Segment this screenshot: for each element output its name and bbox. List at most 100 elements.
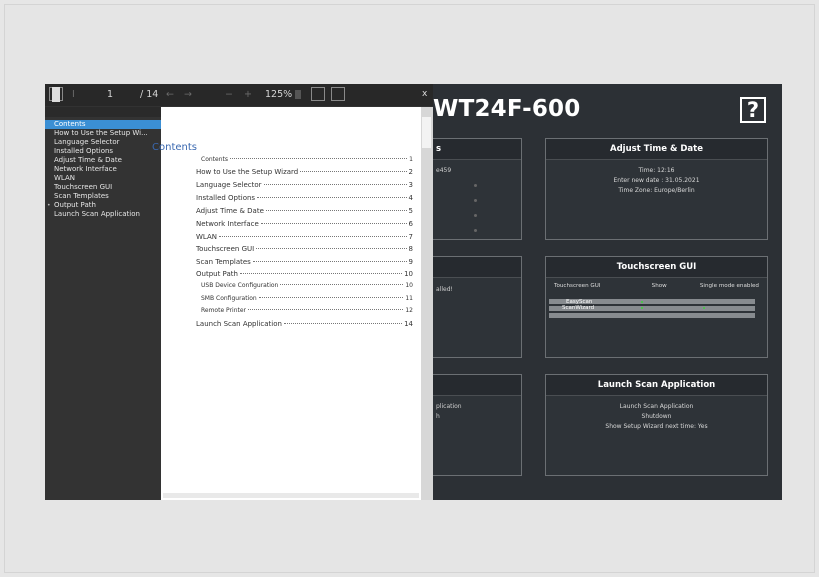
toc-entry[interactable]: WLAN 7 [196, 233, 413, 241]
toc-entry[interactable]: USB Device Configuration 10 [201, 282, 413, 289]
toc-entry-label: Network Interface [196, 220, 259, 228]
status-dot [474, 199, 477, 202]
viewer-toolbar: I 1 / 14 ← → − + 125% [45, 84, 433, 106]
toc-entry-label: Adjust Time & Date [196, 207, 264, 215]
toc-leader [300, 171, 407, 172]
forward-arrow-icon[interactable]: → [184, 84, 192, 106]
column-header: Single mode enabled [699, 283, 759, 289]
sidebar-item-output-path[interactable]: Output Path [45, 201, 161, 210]
sidebar-item-setup-wizard[interactable]: How to Use the Setup Wi... [45, 129, 161, 138]
toc-leader [219, 236, 407, 237]
toc-leader [263, 184, 407, 185]
panel-bottom-text-1: plication [436, 403, 462, 410]
panel-setup-title: s [436, 144, 442, 154]
sidebar-item-language[interactable]: Language Selector [45, 138, 161, 147]
time-line: Time: 12:16 [638, 167, 675, 174]
toc-entry[interactable]: Scan Templates 9 [196, 258, 413, 266]
status-dot [474, 229, 477, 232]
toc-entry-page: 2 [408, 168, 413, 176]
toc-entry[interactable]: Contents 1 [201, 156, 413, 163]
expand-icon[interactable]: • [47, 201, 51, 210]
toc-entry-page: 12 [405, 307, 413, 314]
fit-page-icon[interactable] [331, 87, 345, 101]
toc-entry-label: WLAN [196, 233, 218, 241]
toc-leader [280, 284, 404, 285]
text-select-icon[interactable]: I [72, 84, 75, 106]
panel-setup-text: e459 [436, 167, 452, 174]
toc-entry[interactable]: Output Path 10 [196, 270, 413, 278]
panel-launch[interactable]: Launch Scan Application Launch Scan Appl… [545, 374, 768, 476]
toc-leader [265, 210, 407, 211]
timezone-line: Time Zone: Europe/Berlin [618, 187, 695, 194]
zoom-select[interactable]: 125% [265, 84, 292, 106]
toc-leader [239, 273, 403, 274]
back-arrow-icon[interactable]: ← [166, 84, 174, 106]
toc-entry[interactable]: Network Interface 6 [196, 220, 413, 228]
panel-launch-title: Launch Scan Application [546, 375, 767, 396]
toc-entry[interactable]: Language Selector 3 [196, 181, 413, 189]
shutdown-link[interactable]: Shutdown [546, 412, 767, 422]
toc-entry[interactable]: Installed Options 4 [196, 194, 413, 202]
panel-touchscreen[interactable]: Touchscreen GUI Touchscreen GUI Show Sin… [545, 256, 768, 358]
zoom-out-icon[interactable]: − [225, 84, 233, 106]
toc-entry-label: SMB Configuration [201, 295, 257, 302]
date-line: Enter new date : 31.05.2021 [613, 177, 700, 184]
toc-entry[interactable]: Adjust Time & Date 5 [196, 207, 413, 215]
toc-entry[interactable]: SMB Configuration 11 [201, 295, 413, 302]
single-mode-indicator [703, 307, 705, 309]
toc-entry-page: 1 [409, 156, 413, 163]
toc-entry-label: USB Device Configuration [201, 282, 279, 289]
toc-entry[interactable]: Touchscreen GUI 8 [196, 245, 413, 253]
toc-entry-page: 6 [408, 220, 413, 228]
show-wizard-line[interactable]: Show Setup Wizard next time: Yes [546, 422, 767, 432]
fit-width-icon[interactable] [311, 87, 325, 101]
toc-entry-label: Scan Templates [196, 258, 251, 266]
launch-scan-link[interactable]: Launch Scan Application [546, 402, 767, 412]
pdf-viewer: I 1 / 14 ← → − + 125% Contents How to Us… [45, 84, 433, 500]
toc-entry-page: 9 [408, 258, 413, 266]
sidebar-item-time-date[interactable]: Adjust Time & Date [45, 156, 161, 165]
outline-sidebar: Contents How to Use the Setup Wi... Lang… [45, 107, 161, 500]
close-icon[interactable]: x [422, 89, 427, 99]
toc-entry[interactable]: Launch Scan Application 14 [196, 320, 413, 328]
zoom-dropdown-icon[interactable] [295, 90, 301, 99]
toc-entry[interactable]: Remote Printer 12 [201, 307, 413, 314]
toc-entry[interactable]: How to Use the Setup Wizard 2 [196, 168, 413, 176]
toc-entry-page: 10 [405, 282, 413, 289]
toc-entry-page: 4 [408, 194, 413, 202]
text-cursor-icon[interactable] [52, 87, 60, 102]
row-label-scanwizard: ScanWizard [562, 305, 595, 311]
panel-touchscreen-title: Touchscreen GUI [546, 257, 767, 278]
vertical-scrollbar[interactable] [421, 107, 433, 500]
toc-leader [252, 261, 407, 262]
toc-leader [260, 223, 407, 224]
sidebar-item-contents[interactable]: Contents [45, 120, 161, 129]
table-row[interactable] [549, 313, 755, 318]
sidebar-item-installed-options[interactable]: Installed Options [45, 147, 161, 156]
sidebar-item-scan-templates[interactable]: Scan Templates [45, 192, 161, 201]
panel-time-date[interactable]: Adjust Time & Date Time: 12:16 Enter new… [545, 138, 768, 240]
document-page [161, 107, 421, 500]
toc-entry-label: Output Path [196, 270, 238, 278]
zoom-in-icon[interactable]: + [244, 84, 252, 106]
toc-entry-page: 10 [404, 270, 413, 278]
toc-entry-page: 3 [408, 181, 413, 189]
toc-entry-label: Installed Options [196, 194, 256, 202]
toc-entry-page: 5 [408, 207, 413, 215]
sidebar-item-launch[interactable]: Launch Scan Application [45, 210, 161, 219]
page-number-input[interactable]: 1 [107, 84, 113, 106]
page-total: / 14 [140, 89, 159, 100]
scrollbar-thumb[interactable] [422, 117, 431, 148]
help-button[interactable]: ? [740, 97, 766, 123]
horizontal-scrollbar[interactable] [163, 493, 419, 498]
column-header: Show [651, 283, 667, 289]
sidebar-item-wlan[interactable]: WLAN [45, 174, 161, 183]
sidebar-item-touchscreen[interactable]: Touchscreen GUI [45, 183, 161, 192]
sidebar-item-network[interactable]: Network Interface [45, 165, 161, 174]
toc-leader [248, 309, 404, 310]
toc-leader [258, 297, 404, 298]
toc-entry-label: Touchscreen GUI [196, 245, 255, 253]
toc-entry-page: 14 [404, 320, 413, 328]
toc-entry-label: Launch Scan Application [196, 320, 282, 328]
toc-entry-label: Remote Printer [201, 307, 247, 314]
